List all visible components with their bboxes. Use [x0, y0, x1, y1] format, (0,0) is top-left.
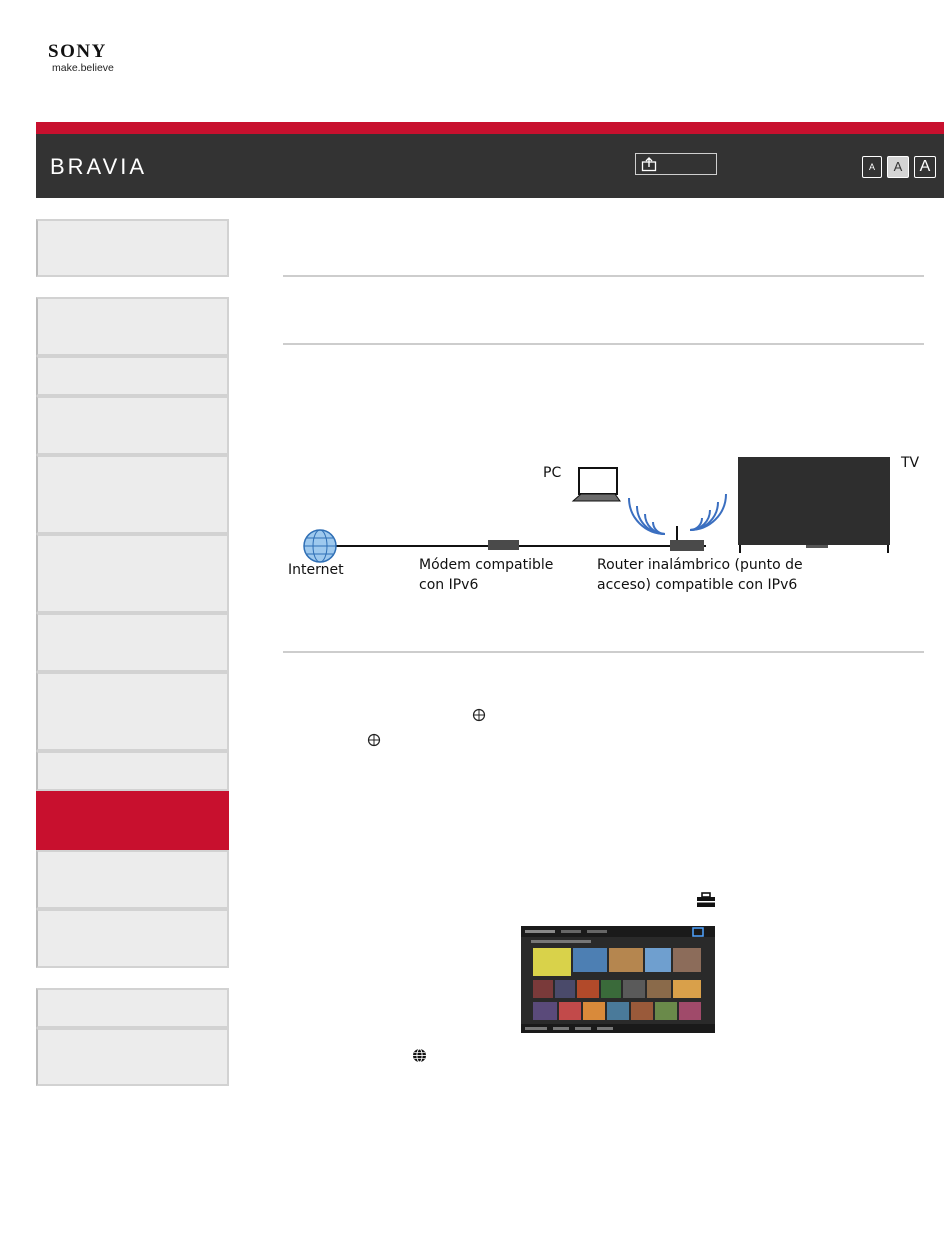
sidebar-item[interactable] — [36, 1028, 229, 1086]
header-bar: BRAVIA A A A — [36, 134, 944, 198]
wifi-signal-left — [628, 497, 666, 535]
home-menu-thumbnail — [521, 926, 715, 1033]
sidebar-item[interactable] — [36, 672, 229, 751]
sidebar-item[interactable] — [36, 613, 229, 672]
globe-icon — [413, 1048, 426, 1063]
modem-device — [488, 540, 519, 550]
font-size-small-button[interactable]: A — [862, 156, 882, 178]
label-tv: TV — [900, 455, 920, 471]
sidebar-item-active[interactable] — [36, 791, 229, 850]
label-router-1: Router inalámbrico (punto de — [597, 557, 803, 573]
label-modem-1: Módem compatible — [419, 557, 553, 573]
tagline: make.believe — [52, 62, 114, 74]
circle-plus-icon — [367, 733, 381, 747]
toolbox-icon — [697, 892, 715, 907]
divider — [283, 275, 924, 277]
network-diagram: PC TV Internet Módem compatible con IPv6… — [288, 455, 920, 593]
label-modem-2: con IPv6 — [419, 577, 478, 593]
label-internet: Internet — [288, 562, 344, 578]
sidebar-item[interactable] — [36, 455, 229, 534]
sidebar-item[interactable] — [36, 751, 229, 791]
sidebar-item[interactable] — [36, 988, 229, 1028]
sidebar-item[interactable] — [36, 219, 229, 277]
circle-plus-icon — [472, 708, 486, 722]
tv-home-screen-image — [521, 926, 715, 1033]
sony-wordmark: SONY — [48, 41, 107, 62]
font-size-large-button[interactable]: A — [914, 156, 936, 178]
tv-device — [738, 457, 890, 553]
internet-globe-icon — [303, 529, 337, 563]
sidebar-item[interactable] — [36, 356, 229, 396]
share-button[interactable] — [635, 153, 717, 175]
accent-bar — [36, 122, 944, 134]
sidebar-item[interactable] — [36, 909, 229, 968]
sidebar-item[interactable] — [36, 534, 229, 613]
product-title: BRAVIA — [50, 154, 148, 179]
sony-logo: SONY make.believe — [48, 41, 114, 75]
pc-laptop-icon — [571, 467, 621, 502]
sidebar-item[interactable] — [36, 297, 229, 356]
font-size-medium-button[interactable]: A — [887, 156, 909, 178]
divider — [283, 651, 924, 653]
wifi-signal-right — [689, 493, 727, 531]
label-router-2: acceso) compatible con IPv6 — [597, 577, 797, 593]
share-icon — [641, 157, 657, 172]
divider — [283, 343, 924, 345]
sidebar-item[interactable] — [36, 396, 229, 455]
sidebar-item[interactable] — [36, 850, 229, 909]
label-pc: PC — [543, 465, 561, 481]
